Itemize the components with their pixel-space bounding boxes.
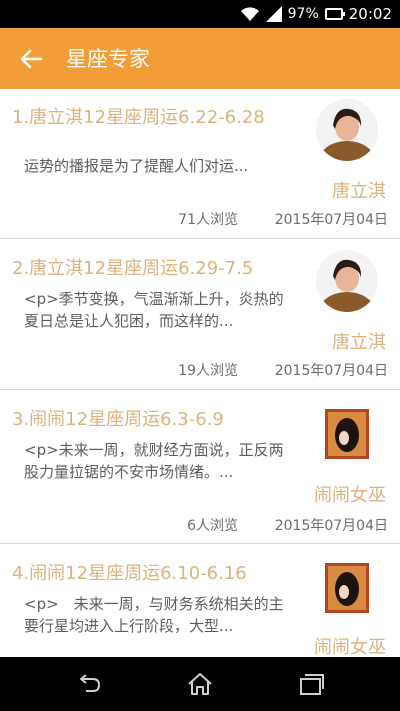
view-count: 19人浏览 [178,363,238,379]
system-nav-bar [0,657,400,711]
article-summary: <p> 未来一周，与财务系统相关的主要行星均进入上行阶段，大型... [24,595,284,635]
view-count: 71人浏览 [178,212,238,228]
avatar [316,99,378,161]
status-icons: 97% 20:02 [240,4,392,24]
avatar [316,250,378,312]
article-list[interactable]: 1.唐立淇12星座周运6.22-6.28 运势的播报是为了提醒人们对运... 唐… [0,89,400,657]
list-item[interactable]: 3.闹闹12星座周运6.3-6.9 <p>未来一周，就财经方面说，正反两股力量拉… [0,391,400,544]
article-summary: 运势的播报是为了提醒人们对运... [24,157,249,175]
nav-recent-button[interactable] [296,669,326,699]
nav-back-button[interactable] [74,669,104,699]
article-title: 2.唐立淇12星座周运6.29-7.5 [12,258,254,279]
recent-apps-icon [300,674,324,695]
author-name: 唐立淇 [332,332,386,353]
article-summary: <p>季节变换，气温渐渐上升，炎热的夏日总是让人犯困，而这样的... [24,290,284,330]
battery-icon [324,8,345,20]
clock: 20:02 [348,5,392,23]
back-button[interactable] [16,44,46,74]
app-bar: 星座专家 [0,28,400,89]
publish-date: 2015年07月04日 [274,212,388,228]
back-nav-icon [80,674,100,692]
author-name: 唐立淇 [332,181,386,202]
home-icon [188,673,212,695]
article-title: 4.闹闹12星座周运6.10-6.16 [12,563,247,584]
avatar [325,409,369,459]
list-item[interactable]: 2.唐立淇12星座周运6.29-7.5 <p>季节变换，气温渐渐上升，炎热的夏日… [0,240,400,390]
article-title: 1.唐立淇12星座周运6.22-6.28 [12,107,265,128]
publish-date: 2015年07月04日 [274,363,388,379]
publish-date: 2015年07月04日 [274,518,388,534]
article-summary: <p>未来一周，就财经方面说，正反两股力量拉锯的不安市场情绪。... [24,441,284,481]
arrow-left-icon [20,49,43,69]
list-item[interactable]: 1.唐立淇12星座周运6.22-6.28 运势的播报是为了提醒人们对运... 唐… [0,89,400,239]
battery-percent: 97% [287,6,319,22]
nav-home-button[interactable] [185,669,215,699]
author-name: 闹闹女巫 [314,637,386,657]
avatar [325,563,369,613]
list-item[interactable]: 4.闹闹12星座周运6.10-6.16 <p> 未来一周，与财务系统相关的主要行… [0,545,400,657]
signal-icon [265,6,282,22]
wifi-icon [240,7,259,21]
view-count: 6人浏览 [187,518,238,534]
page-title: 星座专家 [66,47,150,71]
author-name: 闹闹女巫 [314,485,386,506]
article-title: 3.闹闹12星座周运6.3-6.9 [12,409,224,430]
status-bar: 97% 20:02 [0,0,400,28]
